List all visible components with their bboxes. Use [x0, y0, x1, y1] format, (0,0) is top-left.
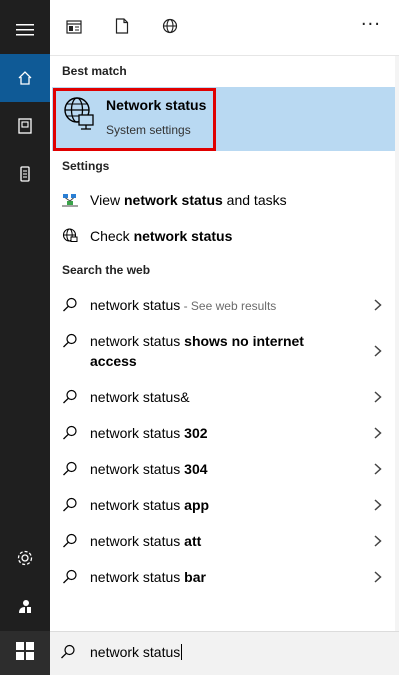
chevron-right-icon: [374, 534, 382, 550]
settings-heading: Settings: [62, 159, 110, 173]
best-match-title: Network status: [106, 97, 207, 113]
suggestion-label: network status&: [90, 389, 190, 405]
documents-filter-button[interactable]: [110, 16, 134, 40]
search-input[interactable]: network status: [90, 644, 183, 660]
documents-icon: [18, 118, 32, 134]
suggestion-label: network status 302: [90, 425, 208, 441]
search-icon: [58, 567, 82, 587]
left-rail: [0, 0, 50, 675]
menu-button[interactable]: [0, 6, 50, 54]
best-match-heading: Best match: [62, 64, 127, 78]
search-icon: [58, 531, 82, 551]
globe-icon: [58, 226, 82, 246]
suggestion-label: network status - See web results: [90, 297, 277, 313]
globe-monitor-icon: [61, 95, 95, 135]
suggestion-label: network status bar: [90, 569, 206, 585]
start-button[interactable]: [0, 631, 50, 675]
web-suggestion[interactable]: network status 304: [58, 459, 388, 480]
web-icon: [162, 18, 178, 38]
chevron-right-icon: [374, 390, 382, 406]
search-web-heading: Search the web: [62, 263, 151, 277]
documents-button[interactable]: [0, 102, 50, 150]
search-icon: [58, 495, 82, 515]
phone-button[interactable]: [0, 150, 50, 198]
home-button[interactable]: [0, 54, 50, 102]
setting-check-network-status[interactable]: Check network status: [58, 221, 378, 251]
web-suggestion[interactable]: network status app: [58, 495, 388, 516]
text-caret: [181, 644, 183, 660]
suggestion-label: network status app: [90, 497, 210, 513]
network-tasks-icon: [58, 190, 82, 210]
search-icon: [58, 459, 82, 479]
chevron-right-icon: [374, 426, 382, 442]
home-icon: [17, 70, 33, 86]
user-icon: [17, 598, 33, 614]
results-panel: Best match Network status System setting…: [50, 56, 395, 631]
search-toolbar: ···: [50, 0, 399, 56]
menu-icon: [16, 23, 34, 37]
setting-label: Check network status: [90, 228, 233, 244]
chevron-right-icon: [374, 570, 382, 586]
more-options-button[interactable]: ···: [361, 14, 381, 35]
best-match-result[interactable]: Network status System settings: [52, 87, 395, 151]
web-suggestion[interactable]: network status bar: [58, 567, 388, 588]
web-filter-button[interactable]: [158, 16, 182, 40]
setting-view-network-status[interactable]: View network status and tasks: [58, 185, 378, 215]
chevron-right-icon: [374, 462, 382, 478]
search-icon: [58, 423, 82, 443]
search-box[interactable]: network status: [50, 631, 399, 675]
search-icon: [60, 644, 76, 664]
web-suggestion[interactable]: network status - See web results: [58, 295, 388, 316]
chevron-right-icon: [374, 498, 382, 514]
web-suggestion[interactable]: network status&: [58, 387, 388, 408]
settings-icon: [16, 549, 34, 567]
suggestion-label: network status shows no internet access: [90, 333, 304, 369]
apps-filter-button[interactable]: [62, 16, 86, 40]
user-button[interactable]: [0, 582, 50, 630]
search-icon: [58, 295, 82, 315]
chevron-right-icon: [374, 298, 382, 314]
web-suggestion[interactable]: network status 302: [58, 423, 388, 444]
suggestion-label: network status 304: [90, 461, 208, 477]
web-suggestion[interactable]: network status shows no internet access: [58, 331, 388, 372]
search-icon: [58, 387, 82, 407]
phone-icon: [20, 166, 30, 182]
document-icon: [115, 18, 129, 38]
web-suggestion[interactable]: network status att: [58, 531, 388, 552]
scrollbar[interactable]: [395, 56, 399, 631]
apps-icon: [66, 19, 82, 38]
best-match-subtitle: System settings: [106, 123, 191, 137]
search-icon: [58, 331, 82, 351]
setting-label: View network status and tasks: [90, 192, 287, 208]
windows-logo-icon: [16, 642, 34, 664]
settings-button[interactable]: [0, 534, 50, 582]
suggestion-label: network status att: [90, 533, 202, 549]
chevron-right-icon: [374, 344, 382, 360]
